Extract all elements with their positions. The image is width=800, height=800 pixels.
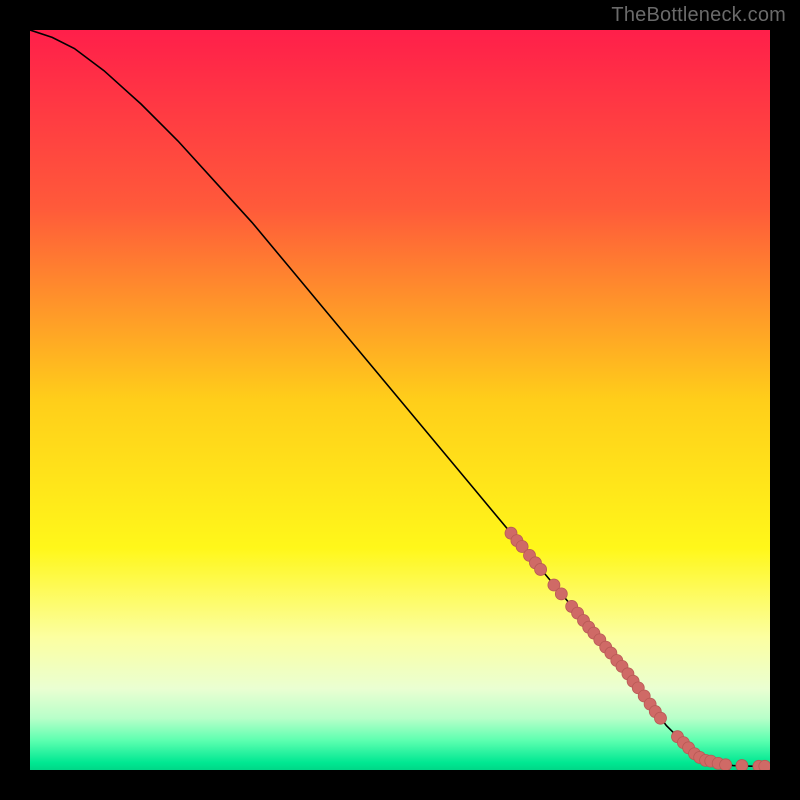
- plot-area: [30, 30, 770, 770]
- data-marker: [654, 712, 666, 724]
- data-marker: [555, 588, 567, 600]
- data-marker: [759, 760, 770, 770]
- chart-frame: TheBottleneck.com: [0, 0, 800, 800]
- data-marker: [720, 759, 732, 770]
- chart-svg: [30, 30, 770, 770]
- watermark-text: TheBottleneck.com: [611, 4, 786, 27]
- data-marker: [736, 760, 748, 770]
- data-marker: [535, 563, 547, 575]
